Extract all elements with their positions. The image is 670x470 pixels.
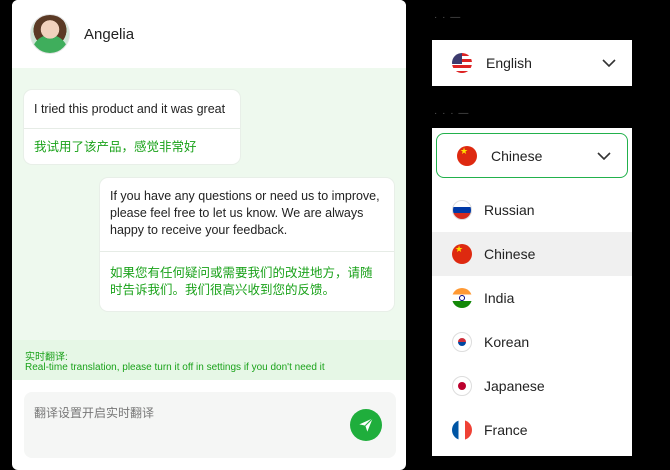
target-language-value: Chinese bbox=[491, 147, 543, 164]
kr-flag-icon bbox=[452, 332, 472, 352]
language-option-india[interactable]: India bbox=[432, 276, 632, 320]
target-language-select[interactable]: Chinese bbox=[432, 128, 632, 184]
chat-panel: Angelia I tried this product and it was … bbox=[12, 0, 406, 470]
input-placeholder: 翻译设置开启实时翻译 bbox=[34, 406, 155, 420]
send-icon bbox=[359, 417, 374, 432]
language-option-label: Russian bbox=[484, 202, 535, 218]
message-input[interactable]: 翻译设置开启实时翻译 bbox=[24, 392, 396, 458]
contact-name: Angelia bbox=[84, 25, 135, 43]
chat-header: Angelia bbox=[12, 0, 406, 68]
source-language-value: English bbox=[486, 55, 532, 71]
fr-flag-icon bbox=[452, 420, 472, 440]
ru-flag-icon bbox=[452, 200, 472, 220]
message-translation: 我试用了该产品，感觉非常好 bbox=[34, 140, 197, 154]
message-original: I tried this product and it was great bbox=[34, 102, 226, 116]
us-flag-icon bbox=[452, 53, 472, 73]
language-option-korean[interactable]: Korean bbox=[432, 320, 632, 364]
language-option-label: Japanese bbox=[484, 378, 545, 394]
message-original: If you have any questions or need us to … bbox=[110, 189, 380, 237]
chevron-down-icon bbox=[597, 151, 611, 160]
in-flag-icon bbox=[452, 288, 472, 308]
message-translation: 如果您有任何疑问或需要我们的改进地方，请随时告诉我们。我们很高兴收到您的反馈。 bbox=[110, 266, 373, 297]
source-language-select[interactable]: English bbox=[432, 40, 632, 86]
realtime-subtitle: Real-time translation, please turn it of… bbox=[25, 362, 325, 373]
target-language-label: · · · — bbox=[434, 108, 470, 119]
language-option-chinese[interactable]: Chinese bbox=[432, 232, 632, 276]
jp-flag-icon bbox=[452, 376, 472, 396]
language-option-label: India bbox=[484, 290, 515, 306]
send-button[interactable] bbox=[350, 409, 382, 441]
message-list: I tried this product and it was great 我试… bbox=[12, 68, 406, 340]
cn-flag-icon bbox=[452, 244, 472, 264]
target-language-field[interactable]: Chinese bbox=[436, 133, 628, 178]
language-option-france[interactable]: France bbox=[432, 408, 632, 452]
language-option-label: Chinese bbox=[484, 246, 536, 262]
source-language-label: · · — bbox=[434, 12, 462, 23]
language-option-label: Korean bbox=[484, 334, 530, 350]
language-option-japanese[interactable]: Japanese bbox=[432, 364, 632, 408]
avatar[interactable] bbox=[30, 14, 70, 54]
chevron-down-icon bbox=[602, 59, 616, 67]
realtime-title: 实时翻译: bbox=[25, 352, 68, 363]
message-bubble: I tried this product and it was great 我试… bbox=[24, 90, 240, 164]
language-dropdown: Russian Chinese India Korean Japanese Fr… bbox=[432, 180, 632, 456]
language-option-russian[interactable]: Russian bbox=[432, 188, 632, 232]
cn-flag-icon bbox=[457, 145, 477, 166]
message-bubble: If you have any questions or need us to … bbox=[100, 178, 394, 311]
language-option-label: France bbox=[484, 422, 528, 438]
realtime-translation-notice: 实时翻译: Real-time translation, please turn… bbox=[12, 340, 406, 380]
